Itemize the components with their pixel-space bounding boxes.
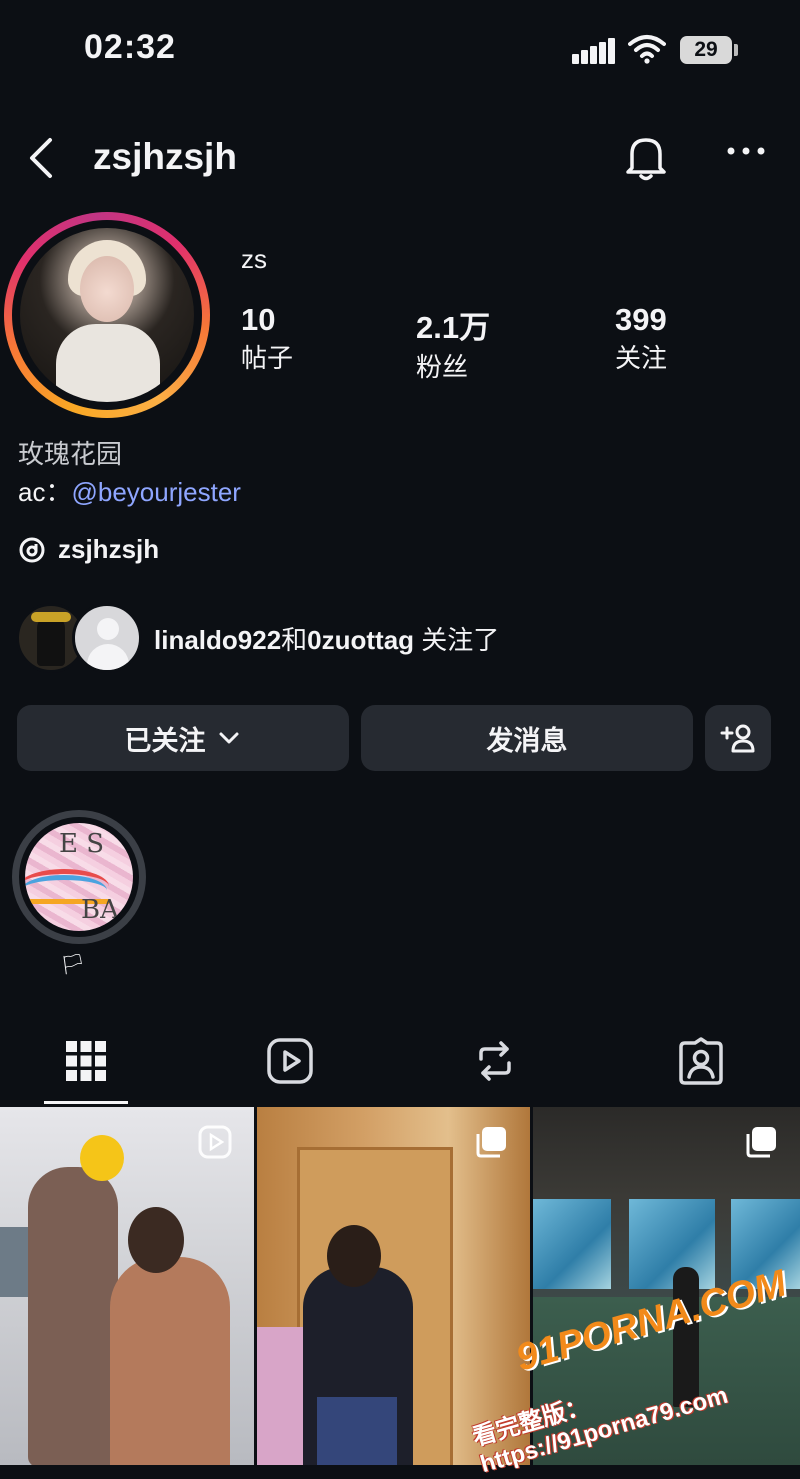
reels-icon xyxy=(267,1038,313,1084)
bio-prefix: ac： xyxy=(18,477,72,507)
mutual-user[interactable]: 0zuottag xyxy=(307,625,414,655)
carousel-badge-icon xyxy=(474,1125,508,1164)
highlight-cover-text: E S xyxy=(59,829,105,859)
following-count[interactable]: 399 关注 xyxy=(615,302,667,375)
following-label: 已关注 xyxy=(124,725,206,756)
more-options-button[interactable] xyxy=(726,144,766,162)
post-thumbnail[interactable] xyxy=(0,1107,254,1465)
bio-line: ac：@beyourjester xyxy=(18,472,241,509)
followers-count[interactable]: 2.1万 粉丝 xyxy=(416,302,490,384)
grid-icon xyxy=(66,1041,106,1081)
tab-reels[interactable] xyxy=(263,1034,317,1088)
message-button[interactable]: 发消息 xyxy=(361,705,693,771)
stat-value: 10 xyxy=(241,302,276,337)
chevron-left-icon xyxy=(30,138,52,178)
add-person-icon xyxy=(720,724,755,753)
display-name: zs xyxy=(241,244,267,274)
mutual-avatar[interactable] xyxy=(72,603,142,673)
bell-icon xyxy=(626,138,666,181)
stat-label: 关注 xyxy=(615,343,668,373)
reel-badge-icon xyxy=(198,1125,232,1164)
avatar[interactable] xyxy=(20,228,194,402)
active-tab-indicator xyxy=(44,1101,128,1104)
stat-label: 粉丝 xyxy=(416,352,469,382)
highlight-cover[interactable]: E S BA xyxy=(25,823,133,931)
stat-value: 399 xyxy=(615,302,667,337)
notifications-button[interactable] xyxy=(622,132,670,187)
following-button[interactable]: 已关注 xyxy=(17,705,349,771)
posts-count[interactable]: 10 帖子 xyxy=(241,302,293,375)
tab-posts-grid[interactable] xyxy=(59,1034,113,1088)
battery-tip xyxy=(734,44,738,56)
highlight-cover-text: BA xyxy=(81,895,119,925)
followed-by-text[interactable]: linaldo922和0zuottag 关注了 xyxy=(154,620,499,657)
threads-icon xyxy=(19,537,45,562)
more-horizontal-icon xyxy=(727,147,765,155)
signal-icon xyxy=(572,38,616,64)
tagged-icon xyxy=(679,1037,723,1085)
bio-category: 玫瑰花园 xyxy=(18,439,123,469)
stat-value: 2.1万 xyxy=(416,310,491,345)
tab-reposts[interactable] xyxy=(468,1034,522,1088)
page-title: zsjhzsjh xyxy=(93,136,237,177)
mutual-user[interactable]: linaldo922 xyxy=(154,625,281,655)
status-time: 02:32 xyxy=(84,28,176,66)
battery-icon: 29 xyxy=(680,36,732,64)
carousel-badge-icon xyxy=(744,1125,778,1164)
chevron-down-icon xyxy=(219,732,238,744)
highlight-label: 🏳 xyxy=(60,954,86,976)
stat-label: 帖子 xyxy=(241,343,294,373)
emoji-sticker xyxy=(80,1135,124,1181)
repost-icon xyxy=(479,1041,511,1081)
tab-tagged[interactable] xyxy=(674,1034,728,1088)
wifi-icon xyxy=(628,34,666,69)
threads-link[interactable]: zsjhzsjh xyxy=(18,534,159,565)
suggest-people-button[interactable] xyxy=(705,705,771,771)
threads-handle: zsjhzsjh xyxy=(58,534,160,564)
back-button[interactable] xyxy=(26,136,56,185)
bio-mention-link[interactable]: @beyourjester xyxy=(71,477,240,507)
message-label: 发消息 xyxy=(486,725,568,756)
